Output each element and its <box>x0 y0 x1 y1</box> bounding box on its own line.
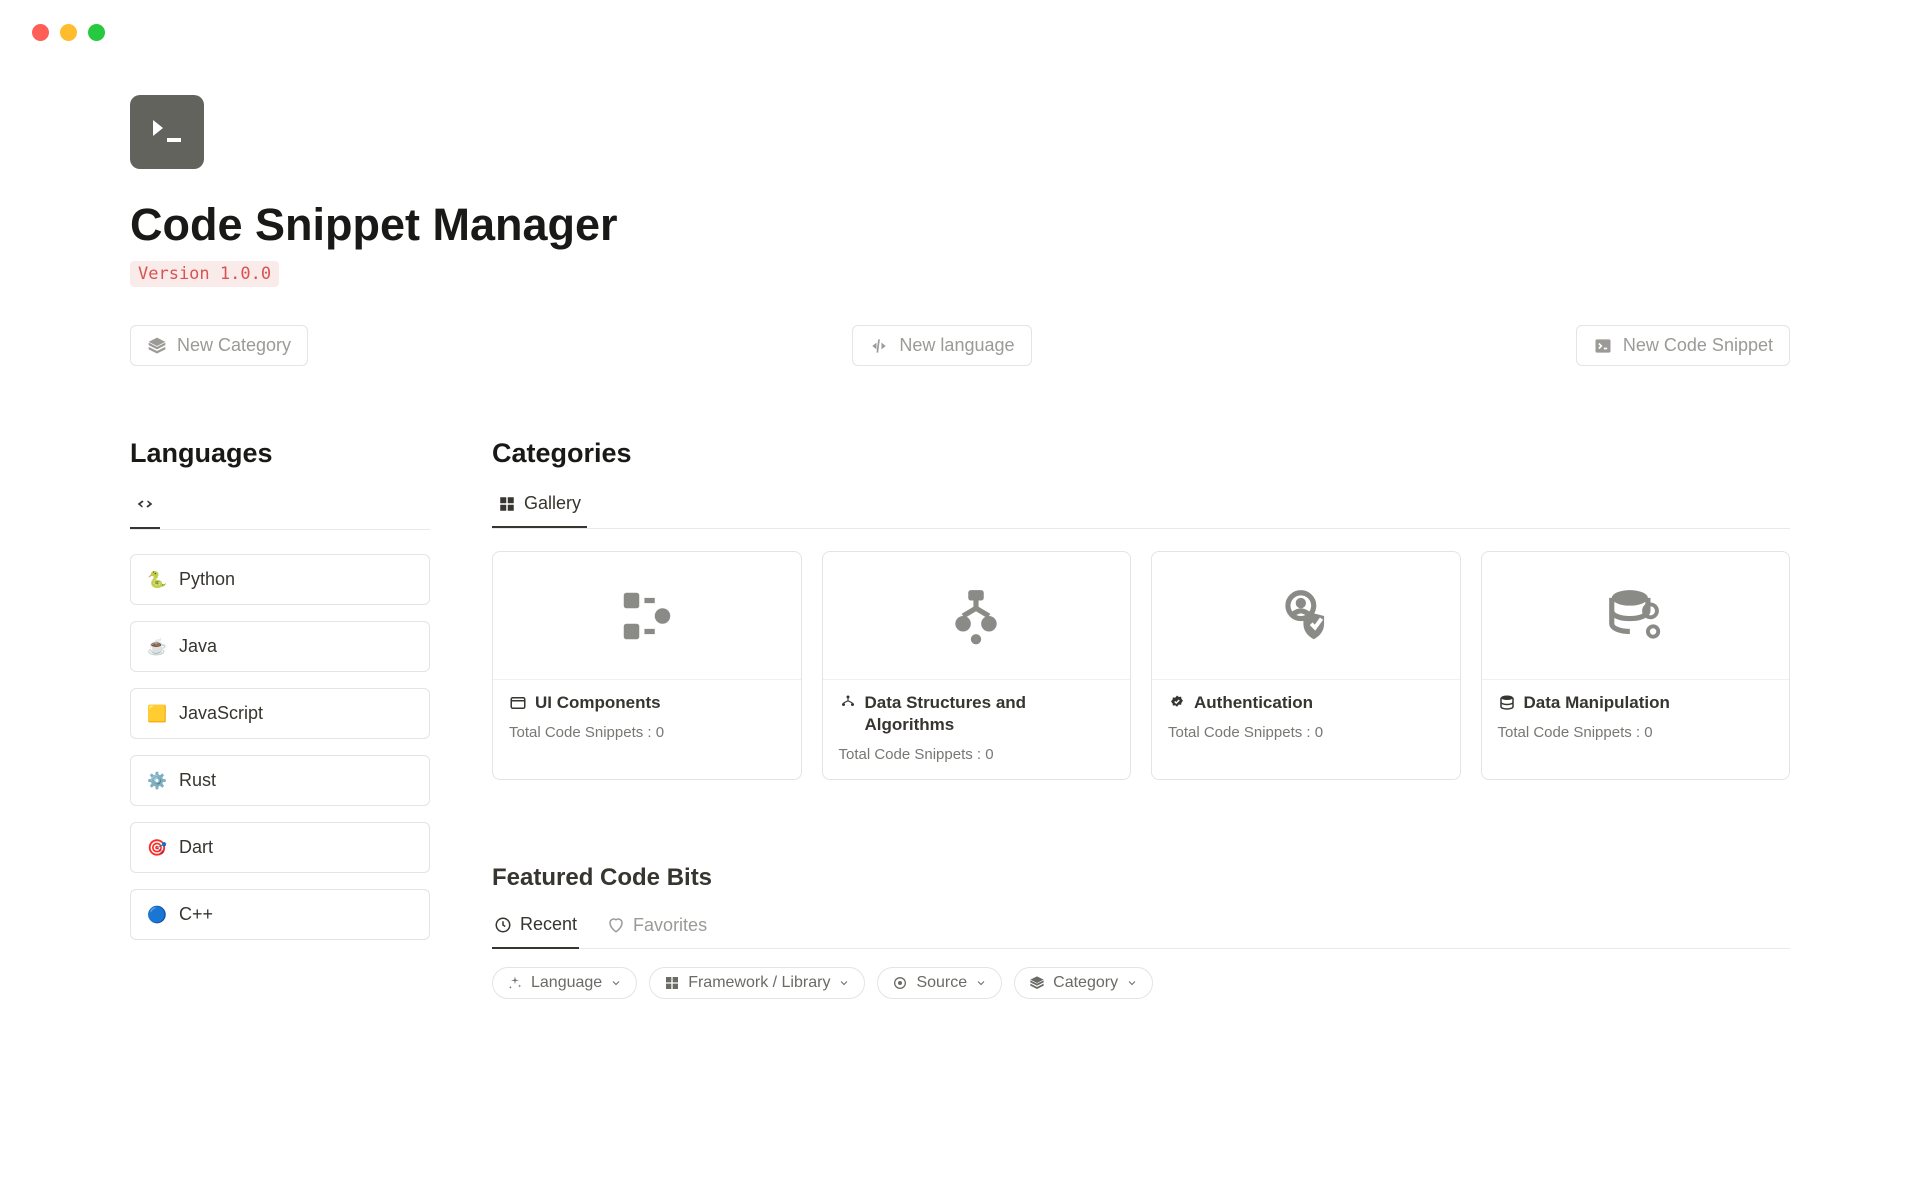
tab-recent[interactable]: Recent <box>492 906 579 949</box>
filter-source-label: Source <box>916 974 967 992</box>
category-card-ui-components[interactable]: UI Components Total Code Snippets : 0 <box>492 551 802 780</box>
language-item-javascript[interactable]: 🟨 JavaScript <box>130 688 430 739</box>
category-thumb <box>1482 552 1790 680</box>
language-label: Dart <box>179 837 213 858</box>
grid-icon <box>664 975 680 991</box>
new-snippet-label: New Code Snippet <box>1623 335 1773 356</box>
verified-icon <box>1168 694 1186 712</box>
category-meta: Total Code Snippets : 0 <box>839 746 1115 763</box>
filter-framework-label: Framework / Library <box>688 974 830 992</box>
tree-icon <box>839 694 857 712</box>
category-meta: Total Code Snippets : 0 <box>1498 724 1774 741</box>
rust-icon: ⚙️ <box>147 771 167 791</box>
database-gear-icon <box>1604 585 1666 647</box>
category-name: Data Structures and Algorithms <box>839 692 1115 736</box>
python-icon: 🐍 <box>147 570 167 590</box>
category-name: Authentication <box>1168 692 1444 714</box>
new-category-button[interactable]: New Category <box>130 325 308 366</box>
language-label: C++ <box>179 904 213 925</box>
version-badge: Version 1.0.0 <box>130 261 279 287</box>
javascript-icon: 🟨 <box>147 704 167 724</box>
window-close-button[interactable] <box>32 24 49 41</box>
new-snippet-button[interactable]: New Code Snippet <box>1576 325 1790 366</box>
actions-row: New Category New language New Code Snipp… <box>130 325 1790 366</box>
category-thumb <box>823 552 1131 680</box>
featured-title: Featured Code Bits <box>492 864 1790 892</box>
ui-components-icon <box>616 585 678 647</box>
filter-source[interactable]: Source <box>877 967 1002 999</box>
language-label: JavaScript <box>179 703 263 724</box>
language-item-rust[interactable]: ⚙️ Rust <box>130 755 430 806</box>
language-item-dart[interactable]: 🎯 Dart <box>130 822 430 873</box>
category-thumb <box>1152 552 1460 680</box>
new-category-label: New Category <box>177 335 291 356</box>
app-icon <box>130 95 204 169</box>
featured-tabs: Recent Favorites <box>492 906 1790 949</box>
languages-tabs <box>130 485 430 530</box>
flowchart-icon <box>945 585 1007 647</box>
language-item-python[interactable]: 🐍 Python <box>130 554 430 605</box>
tab-recent-label: Recent <box>520 914 577 935</box>
tab-favorites-label: Favorites <box>633 915 707 936</box>
filter-row: Language Framework / Library Source <box>492 967 1790 999</box>
languages-tab-code[interactable] <box>130 485 160 529</box>
heart-icon <box>607 916 625 934</box>
filter-category-label: Category <box>1053 974 1118 992</box>
categories-title: Categories <box>492 438 1790 469</box>
category-card-dsa[interactable]: Data Structures and Algorithms Total Cod… <box>822 551 1132 780</box>
window-controls <box>0 0 1920 41</box>
tab-favorites[interactable]: Favorites <box>605 906 709 948</box>
language-label: Java <box>179 636 217 657</box>
page-title: Code Snippet Manager <box>130 199 1790 251</box>
tab-gallery-label: Gallery <box>524 493 581 514</box>
category-grid: UI Components Total Code Snippets : 0 Da… <box>492 551 1790 780</box>
filter-language[interactable]: Language <box>492 967 637 999</box>
filter-language-label: Language <box>531 974 602 992</box>
language-item-cpp[interactable]: 🔵 C++ <box>130 889 430 940</box>
category-meta: Total Code Snippets : 0 <box>509 724 785 741</box>
gallery-icon <box>498 495 516 513</box>
code-icon <box>869 336 889 356</box>
window-minimize-button[interactable] <box>60 24 77 41</box>
database-icon <box>1498 694 1516 712</box>
category-card-authentication[interactable]: Authentication Total Code Snippets : 0 <box>1151 551 1461 780</box>
main-content: Categories Gallery UI Components <box>492 438 1790 999</box>
categories-tabs: Gallery <box>492 485 1790 529</box>
chevron-down-icon <box>610 977 622 989</box>
cpp-icon: 🔵 <box>147 905 167 925</box>
language-label: Python <box>179 569 235 590</box>
category-card-data-manipulation[interactable]: Data Manipulation Total Code Snippets : … <box>1481 551 1791 780</box>
java-icon: ☕ <box>147 637 167 657</box>
code-icon <box>134 493 156 515</box>
chevron-down-icon <box>1126 977 1138 989</box>
window-maximize-button[interactable] <box>88 24 105 41</box>
chevron-down-icon <box>838 977 850 989</box>
language-label: Rust <box>179 770 216 791</box>
user-shield-icon <box>1275 585 1337 647</box>
window-icon <box>509 694 527 712</box>
category-name: Data Manipulation <box>1498 692 1774 714</box>
clock-icon <box>494 916 512 934</box>
sparkle-icon <box>507 975 523 991</box>
category-name: UI Components <box>509 692 785 714</box>
terminal-icon <box>1593 336 1613 356</box>
language-list: 🐍 Python ☕ Java 🟨 JavaScript ⚙️ Rust 🎯 <box>130 554 430 940</box>
dart-icon: 🎯 <box>147 838 167 858</box>
layers-icon <box>147 336 167 356</box>
category-meta: Total Code Snippets : 0 <box>1168 724 1444 741</box>
featured-section: Featured Code Bits Recent Favorites Lang… <box>492 864 1790 999</box>
languages-title: Languages <box>130 438 430 469</box>
filter-category[interactable]: Category <box>1014 967 1153 999</box>
tab-gallery[interactable]: Gallery <box>492 485 587 528</box>
category-thumb <box>493 552 801 680</box>
chevron-down-icon <box>975 977 987 989</box>
filter-framework[interactable]: Framework / Library <box>649 967 865 999</box>
languages-section: Languages 🐍 Python ☕ Java 🟨 JavaScript <box>130 438 430 999</box>
new-language-label: New language <box>899 335 1014 356</box>
language-item-java[interactable]: ☕ Java <box>130 621 430 672</box>
target-icon <box>892 975 908 991</box>
layers-icon <box>1029 975 1045 991</box>
new-language-button[interactable]: New language <box>852 325 1031 366</box>
